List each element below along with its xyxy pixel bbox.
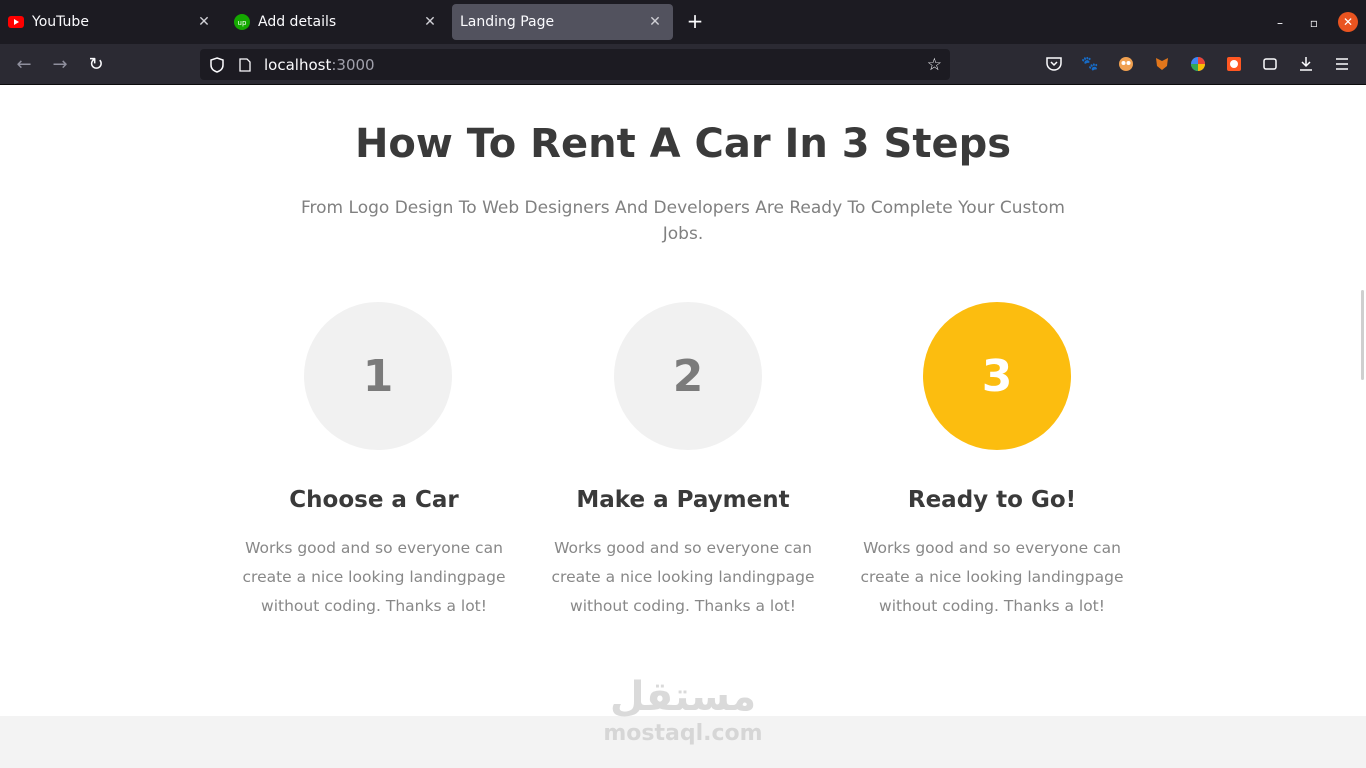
page-icon	[238, 57, 252, 72]
tab-strip: YouTube ✕ up Add details ✕ Landing Page …	[0, 0, 1366, 44]
tab-title: YouTube	[32, 14, 89, 30]
tab-title: Landing Page	[460, 14, 555, 30]
pocket-icon[interactable]	[1045, 55, 1063, 73]
close-tab-icon[interactable]: ✕	[420, 12, 440, 32]
download-icon[interactable]	[1297, 55, 1315, 73]
step-description: Works good and so everyone can create a …	[242, 539, 506, 615]
page-scrollbar[interactable]	[1361, 290, 1364, 380]
step-title: Ready to Go!	[907, 487, 1077, 513]
tab-add-details[interactable]: up Add details ✕	[226, 4, 448, 40]
url-port: :3000	[331, 55, 375, 74]
window-close-icon[interactable]: ✕	[1338, 12, 1358, 32]
svg-text:up: up	[238, 19, 247, 27]
step-number-circle: 3	[923, 302, 1071, 450]
minimize-icon[interactable]: –	[1269, 12, 1291, 34]
close-tab-icon[interactable]: ✕	[194, 12, 214, 32]
tab-landing-page[interactable]: Landing Page ✕	[452, 4, 673, 40]
watermark-site: mostaql.com	[603, 721, 763, 746]
forward-icon[interactable]: →	[48, 53, 72, 77]
url-text[interactable]: localhost:3000	[264, 56, 375, 74]
nav-bar: ← → ↻ localhost:3000 ☆ 🐾	[0, 44, 1366, 85]
new-tab-button[interactable]: +	[684, 10, 706, 32]
youtube-icon	[8, 14, 24, 30]
step-title: Make a Payment	[576, 487, 790, 513]
watermark: مستقل mostaql.com	[583, 673, 783, 747]
extension-window-icon[interactable]	[1261, 55, 1279, 73]
watermark-logo: مستقل	[609, 674, 757, 720]
extension-paw-icon[interactable]: 🐾	[1081, 55, 1099, 73]
reload-icon[interactable]: ↻	[84, 53, 108, 77]
extension-face-icon[interactable]	[1117, 55, 1135, 73]
bookmark-star-icon[interactable]: ☆	[927, 55, 942, 75]
color-wheel-icon[interactable]	[1189, 55, 1207, 73]
step-title: Choose a Car	[289, 487, 459, 513]
step-description: Works good and so everyone can create a …	[860, 539, 1124, 615]
url-bar[interactable]: localhost:3000 ☆	[200, 49, 950, 80]
upwork-icon: up	[234, 14, 250, 30]
restore-icon[interactable]: ▫	[1303, 12, 1325, 34]
close-tab-icon[interactable]: ✕	[645, 12, 665, 32]
menu-icon[interactable]	[1333, 55, 1351, 73]
tab-title: Add details	[258, 14, 337, 30]
extension-orange-icon[interactable]	[1225, 55, 1243, 73]
step-number-circle: 2	[614, 302, 762, 450]
shield-icon[interactable]	[208, 56, 226, 73]
tab-youtube[interactable]: YouTube ✕	[0, 4, 222, 40]
step-number-circle: 1	[304, 302, 452, 450]
section-heading: How To Rent A Car In 3 Steps	[354, 121, 1012, 167]
step-description: Works good and so everyone can create a …	[551, 539, 815, 615]
back-icon[interactable]: ←	[12, 53, 36, 77]
url-host: localhost	[264, 55, 332, 74]
page-content: How To Rent A Car In 3 Steps From Logo D…	[0, 85, 1366, 768]
section-subheading: From Logo Design To Web Designers And De…	[301, 198, 1065, 244]
metamask-icon[interactable]	[1153, 55, 1171, 73]
